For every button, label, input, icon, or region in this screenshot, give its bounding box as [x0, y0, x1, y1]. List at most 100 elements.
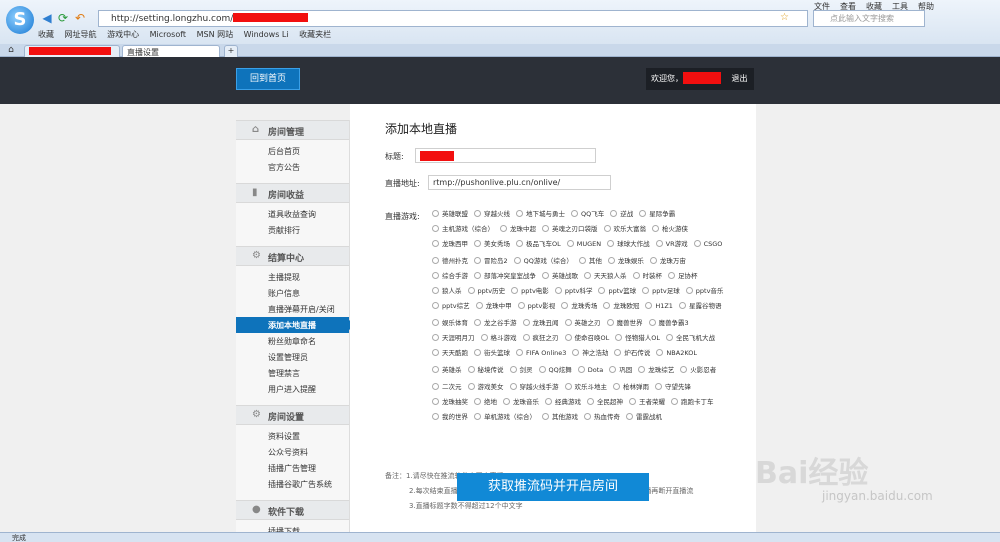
sidebar-item[interactable]: 贡献排行 [236, 222, 349, 238]
game-option[interactable]: 球球大作战 [607, 238, 650, 253]
radio-button[interactable] [649, 257, 657, 264]
radio-button[interactable] [545, 398, 552, 405]
game-option[interactable]: 穿越火线 [474, 208, 510, 223]
game-option[interactable]: 全民飞机大战 [666, 332, 715, 347]
game-option[interactable]: 其他游戏 [542, 411, 578, 426]
radio-button[interactable] [578, 257, 586, 264]
radio-button[interactable] [564, 334, 572, 341]
tab-redacted[interactable] [24, 45, 120, 57]
tab-live-settings[interactable]: 直播设置 [122, 45, 220, 57]
radio-button[interactable] [603, 302, 611, 309]
radio-button[interactable] [564, 383, 572, 390]
game-option[interactable]: pptv历史 [467, 285, 505, 300]
radio-button[interactable] [561, 302, 569, 309]
menu-favorites[interactable]: 收藏 [866, 2, 882, 11]
bookmark-windows[interactable]: Windows Li [244, 30, 289, 39]
radio-button[interactable] [474, 349, 481, 356]
bookmark-msn[interactable]: MSN 网站 [197, 30, 234, 39]
game-option[interactable]: 神之浩劫 [572, 347, 608, 362]
radio-button[interactable] [467, 383, 475, 390]
game-option[interactable]: 疯狂之刃 [522, 332, 559, 347]
game-option[interactable]: 龙珠抽奖 [432, 396, 468, 411]
game-option[interactable]: 枪林弹雨 [613, 381, 649, 396]
radio-button[interactable] [629, 398, 636, 405]
undo-icon[interactable]: ↶ [73, 11, 87, 25]
game-option[interactable]: H1Z1 [645, 302, 673, 317]
logout-link[interactable]: 退出 [732, 74, 748, 83]
sidebar-item[interactable]: 管理禁言 [236, 365, 349, 381]
game-option[interactable]: 龙珠综艺 [638, 364, 674, 379]
game-option[interactable]: 格斗游戏 [480, 332, 517, 347]
radio-button[interactable] [474, 240, 481, 247]
game-option[interactable]: 狼人杀 [432, 285, 462, 300]
game-option[interactable]: 冒险岛2 [474, 255, 508, 270]
radio-button[interactable] [642, 287, 650, 294]
sidebar-item[interactable]: 插播谷歌广告系统 [236, 476, 349, 492]
game-option[interactable]: 怪物猎人OL [615, 332, 660, 347]
bookmark-favbar[interactable]: 收藏夹栏 [299, 30, 331, 39]
game-option[interactable]: 魔兽世界 [606, 317, 643, 332]
game-option[interactable]: 巩固 [609, 364, 632, 379]
radio-button[interactable] [542, 225, 549, 232]
bookmark-microsoft[interactable]: Microsoft [150, 30, 186, 39]
game-option[interactable]: 龙珠欧冠 [603, 300, 639, 315]
radio-button[interactable] [615, 334, 623, 341]
radio-button[interactable] [432, 383, 439, 390]
radio-button[interactable] [517, 302, 525, 309]
radio-button[interactable] [666, 334, 673, 341]
game-option[interactable]: 我的世界 [432, 411, 468, 426]
game-option[interactable]: QQ飞车 [571, 208, 604, 223]
radio-button[interactable] [607, 240, 615, 247]
radio-button[interactable] [680, 366, 688, 373]
game-option[interactable]: 其他 [578, 255, 602, 270]
refresh-icon[interactable]: ⟳ [56, 11, 70, 25]
game-option[interactable]: 极品飞车OL [516, 238, 561, 253]
radio-button[interactable] [598, 287, 606, 294]
game-option[interactable]: 守望先锋 [655, 381, 691, 396]
game-option[interactable]: pptv综艺 [432, 300, 470, 315]
game-option[interactable]: 穿越火线手游 [509, 381, 559, 396]
radio-button[interactable] [509, 383, 517, 390]
home-icon[interactable]: ⌂ [4, 43, 18, 57]
game-option[interactable]: 地下城与勇士 [516, 208, 565, 223]
game-option[interactable]: 秘境传说 [467, 364, 504, 379]
game-option[interactable]: 跑跑卡丁车 [671, 396, 714, 411]
radio-button[interactable] [652, 225, 659, 232]
game-option[interactable]: 龙珠中超 [500, 223, 536, 238]
game-option[interactable]: 德州扑克 [432, 255, 468, 270]
game-option[interactable]: 时装杯 [632, 270, 662, 285]
address-input[interactable]: rtmp://pushonlive.plu.cn/onlive/ [428, 175, 611, 190]
search-input[interactable]: 点此输入文字搜索 [813, 10, 925, 27]
home-button[interactable]: 回到首页 [236, 68, 300, 90]
game-option[interactable]: Dota [577, 366, 603, 381]
game-option[interactable]: 二次元 [432, 381, 462, 396]
radio-button[interactable] [516, 210, 523, 217]
game-option[interactable]: 逆战 [610, 208, 633, 223]
radio-button[interactable] [432, 240, 439, 247]
radio-button[interactable] [432, 302, 439, 309]
radio-button[interactable] [648, 319, 656, 326]
radio-button[interactable] [432, 225, 439, 232]
radio-button[interactable] [554, 287, 562, 294]
sidebar-item[interactable]: 主播提现 [236, 269, 349, 285]
radio-button[interactable] [474, 319, 481, 326]
sidebar-item[interactable]: 公众号资料 [236, 444, 349, 460]
sidebar-item[interactable]: 道具收益查询 [236, 206, 349, 222]
game-option[interactable]: pptv电影 [511, 285, 549, 300]
radio-button[interactable] [685, 287, 693, 294]
radio-button[interactable] [538, 366, 546, 373]
game-option[interactable]: 综合手游 [432, 270, 468, 285]
game-option[interactable]: 使命召唤OL [564, 332, 609, 347]
game-option[interactable]: 热血传奇 [584, 411, 620, 426]
radio-button[interactable] [432, 287, 439, 294]
game-option[interactable]: 街头篮球 [474, 347, 510, 362]
game-option[interactable]: 英魂之刃口袋版 [542, 223, 598, 238]
radio-button[interactable] [577, 366, 585, 373]
radio-button[interactable] [632, 272, 640, 279]
game-option[interactable]: 英雄杀 [432, 364, 462, 379]
game-option[interactable]: 游戏美女 [467, 381, 504, 396]
radio-button[interactable] [668, 272, 675, 279]
radio-button[interactable] [626, 413, 633, 420]
game-option[interactable]: 龙珠丑闻 [522, 317, 559, 332]
radio-button[interactable] [432, 366, 439, 373]
